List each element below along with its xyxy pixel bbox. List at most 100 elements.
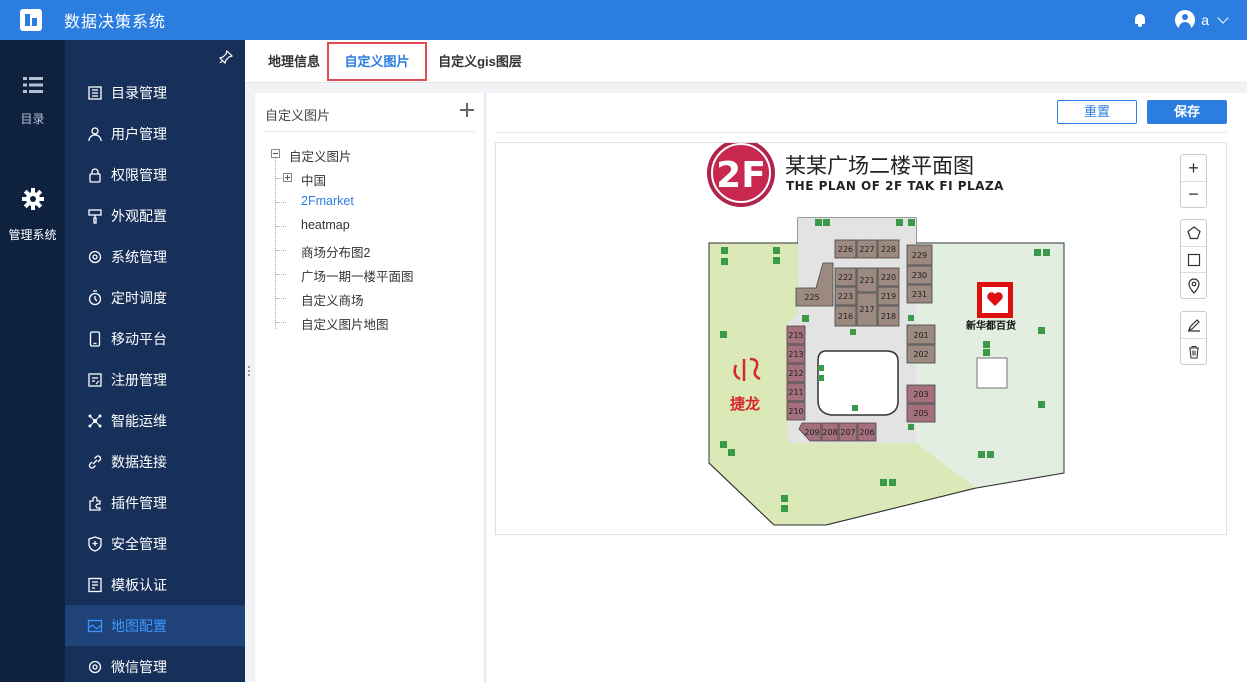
sidebar-item-label: 微信管理 bbox=[111, 658, 167, 675]
sidebar: 目录管理 用户管理 权限管理 外观配置 系统管理 定时调度 移动平台 注册管理 bbox=[65, 40, 245, 682]
tab-custom-gis-layer[interactable]: 自定义gis图层 bbox=[435, 42, 525, 81]
tree-guide-line bbox=[276, 226, 286, 227]
user-menu[interactable]: a bbox=[1175, 10, 1229, 30]
top-right-actions: a bbox=[1133, 0, 1229, 40]
unit-label: 207 bbox=[840, 428, 855, 437]
brand-name: 捷龙 bbox=[730, 395, 760, 413]
template-icon bbox=[88, 577, 102, 592]
add-icon[interactable] bbox=[460, 103, 474, 117]
delete-button[interactable] bbox=[1181, 338, 1206, 364]
sidebar-item-label: 智能运维 bbox=[111, 412, 167, 429]
floor-plan-title: 某某广场二楼平面图 bbox=[785, 154, 974, 178]
tree-node-root[interactable]: 自定义图片 bbox=[289, 146, 352, 165]
sidebar-item-data-connection[interactable]: 数据连接 bbox=[65, 441, 245, 482]
sidebar-item-catalog[interactable]: 目录管理 bbox=[65, 72, 245, 113]
location-pin-icon bbox=[1187, 277, 1200, 294]
save-button[interactable]: 保存 bbox=[1147, 100, 1227, 124]
app-title: 数据决策系统 bbox=[64, 14, 167, 31]
polygon-icon bbox=[1186, 226, 1201, 240]
unit-label: 227 bbox=[859, 245, 874, 254]
tree-node[interactable]: 自定义商场 bbox=[301, 290, 364, 309]
shield-icon bbox=[88, 535, 102, 552]
sidebar-item-label: 系统管理 bbox=[111, 248, 167, 265]
edit-button[interactable] bbox=[1181, 312, 1206, 338]
tab-geo-info[interactable]: 地理信息 bbox=[259, 42, 329, 81]
catalog-icon bbox=[88, 85, 102, 100]
tree-expand-toggle[interactable] bbox=[283, 173, 292, 182]
tree-node[interactable]: 中国 bbox=[301, 170, 326, 189]
panel-resize-handle[interactable] bbox=[247, 366, 251, 380]
unit-label: 222 bbox=[838, 273, 853, 282]
tree-collapse-toggle[interactable] bbox=[271, 149, 280, 158]
floor-plan-subtitle: THE PLAN OF 2F TAK FI PLAZA bbox=[786, 179, 1004, 193]
tree-node[interactable]: 广场一期一楼平面图 bbox=[301, 266, 414, 285]
sidebar-item-register[interactable]: 注册管理 bbox=[65, 359, 245, 400]
marker-tool-button[interactable] bbox=[1181, 272, 1206, 298]
divider bbox=[265, 131, 475, 132]
sidebar-item-label: 插件管理 bbox=[111, 494, 167, 511]
unit-label: 212 bbox=[788, 369, 803, 378]
sidebar-item-label: 模板认证 bbox=[111, 576, 167, 593]
tree-node[interactable]: heatmap bbox=[301, 218, 350, 232]
sidebar-item-security[interactable]: 安全管理 bbox=[65, 523, 245, 564]
floor-plan-image: 2F 某某广场二楼平面图 THE PLAN OF 2F TAK FI PLAZA… bbox=[707, 143, 1065, 526]
sidebar-item-mobile[interactable]: 移动平台 bbox=[65, 318, 245, 359]
zoom-out-button[interactable]: − bbox=[1181, 181, 1206, 207]
bell-icon[interactable] bbox=[1133, 13, 1147, 27]
tree-guide-line bbox=[276, 298, 286, 299]
app-logo bbox=[20, 9, 42, 31]
edit-tools bbox=[1180, 311, 1207, 365]
rail-item-system[interactable]: 管理系统 bbox=[0, 188, 65, 243]
pin-icon[interactable] bbox=[219, 50, 233, 64]
tab-bar: 地理信息 自定义图片 自定义gis图层 bbox=[245, 40, 1247, 83]
zoom-in-button[interactable]: + bbox=[1181, 155, 1206, 181]
tab-custom-image[interactable]: 自定义图片 bbox=[327, 42, 427, 81]
sidebar-item-label: 安全管理 bbox=[111, 535, 167, 552]
user-icon bbox=[88, 126, 102, 141]
sidebar-item-system[interactable]: 系统管理 bbox=[65, 236, 245, 277]
image-tree-panel: 自定义图片 自定义图片 中国 2Fmarket heatmap 商场分布图2 广… bbox=[255, 93, 485, 682]
unit-label: 218 bbox=[881, 312, 896, 321]
rail-item-catalog[interactable]: 目录 bbox=[0, 76, 65, 127]
unit-label: 209 bbox=[804, 428, 819, 437]
sidebar-item-plugins[interactable]: 插件管理 bbox=[65, 482, 245, 523]
sidebar-item-template[interactable]: 模板认证 bbox=[65, 564, 245, 605]
tree-guide-line bbox=[276, 250, 286, 251]
tree-guide-line bbox=[276, 322, 286, 323]
avatar bbox=[1175, 10, 1196, 30]
sidebar-item-ops[interactable]: 智能运维 bbox=[65, 400, 245, 441]
list-icon bbox=[22, 77, 43, 93]
register-icon bbox=[88, 372, 102, 387]
sidebar-item-wechat[interactable]: 微信管理 bbox=[65, 646, 245, 682]
image-editor-panel: 重置 保存 2F 某某广场二楼平面图 THE PLAN OF 2F TAK FI… bbox=[487, 93, 1247, 682]
unit-label: 215 bbox=[788, 331, 803, 340]
polygon-tool-button[interactable] bbox=[1181, 220, 1206, 246]
sidebar-item-label: 用户管理 bbox=[111, 125, 167, 142]
unit-label: 221 bbox=[859, 276, 874, 285]
sidebar-item-schedule[interactable]: 定时调度 bbox=[65, 277, 245, 318]
unit-label: 223 bbox=[838, 292, 853, 301]
tree-node[interactable]: 商场分布图2 bbox=[301, 242, 370, 261]
gear-icon bbox=[21, 188, 44, 210]
reset-button[interactable]: 重置 bbox=[1057, 100, 1137, 124]
sidebar-item-label: 注册管理 bbox=[111, 371, 167, 388]
sidebar-item-map-config[interactable]: 地图配置 bbox=[65, 605, 245, 646]
sidebar-item-label: 外观配置 bbox=[111, 207, 167, 224]
sidebar-item-permissions[interactable]: 权限管理 bbox=[65, 154, 245, 195]
unit-label: 206 bbox=[859, 428, 874, 437]
tree-node-selected[interactable]: 2Fmarket bbox=[301, 194, 354, 208]
unit-label: 226 bbox=[838, 245, 853, 254]
tree-node[interactable]: 自定义图片地图 bbox=[301, 314, 389, 333]
map-canvas[interactable]: 2F 某某广场二楼平面图 THE PLAN OF 2F TAK FI PLAZA… bbox=[495, 142, 1227, 535]
username: a bbox=[1201, 12, 1209, 28]
plugin-icon bbox=[89, 495, 101, 511]
store-feature bbox=[976, 357, 1008, 389]
sidebar-item-appearance[interactable]: 外观配置 bbox=[65, 195, 245, 236]
sidebar-item-users[interactable]: 用户管理 bbox=[65, 113, 245, 154]
panel-title: 自定义图片 bbox=[265, 108, 331, 123]
rectangle-tool-button[interactable] bbox=[1181, 246, 1206, 272]
rectangle-icon bbox=[1187, 253, 1200, 266]
unit-label: 220 bbox=[881, 273, 896, 282]
zoom-controls: + − bbox=[1180, 154, 1207, 208]
link-icon bbox=[88, 454, 102, 469]
